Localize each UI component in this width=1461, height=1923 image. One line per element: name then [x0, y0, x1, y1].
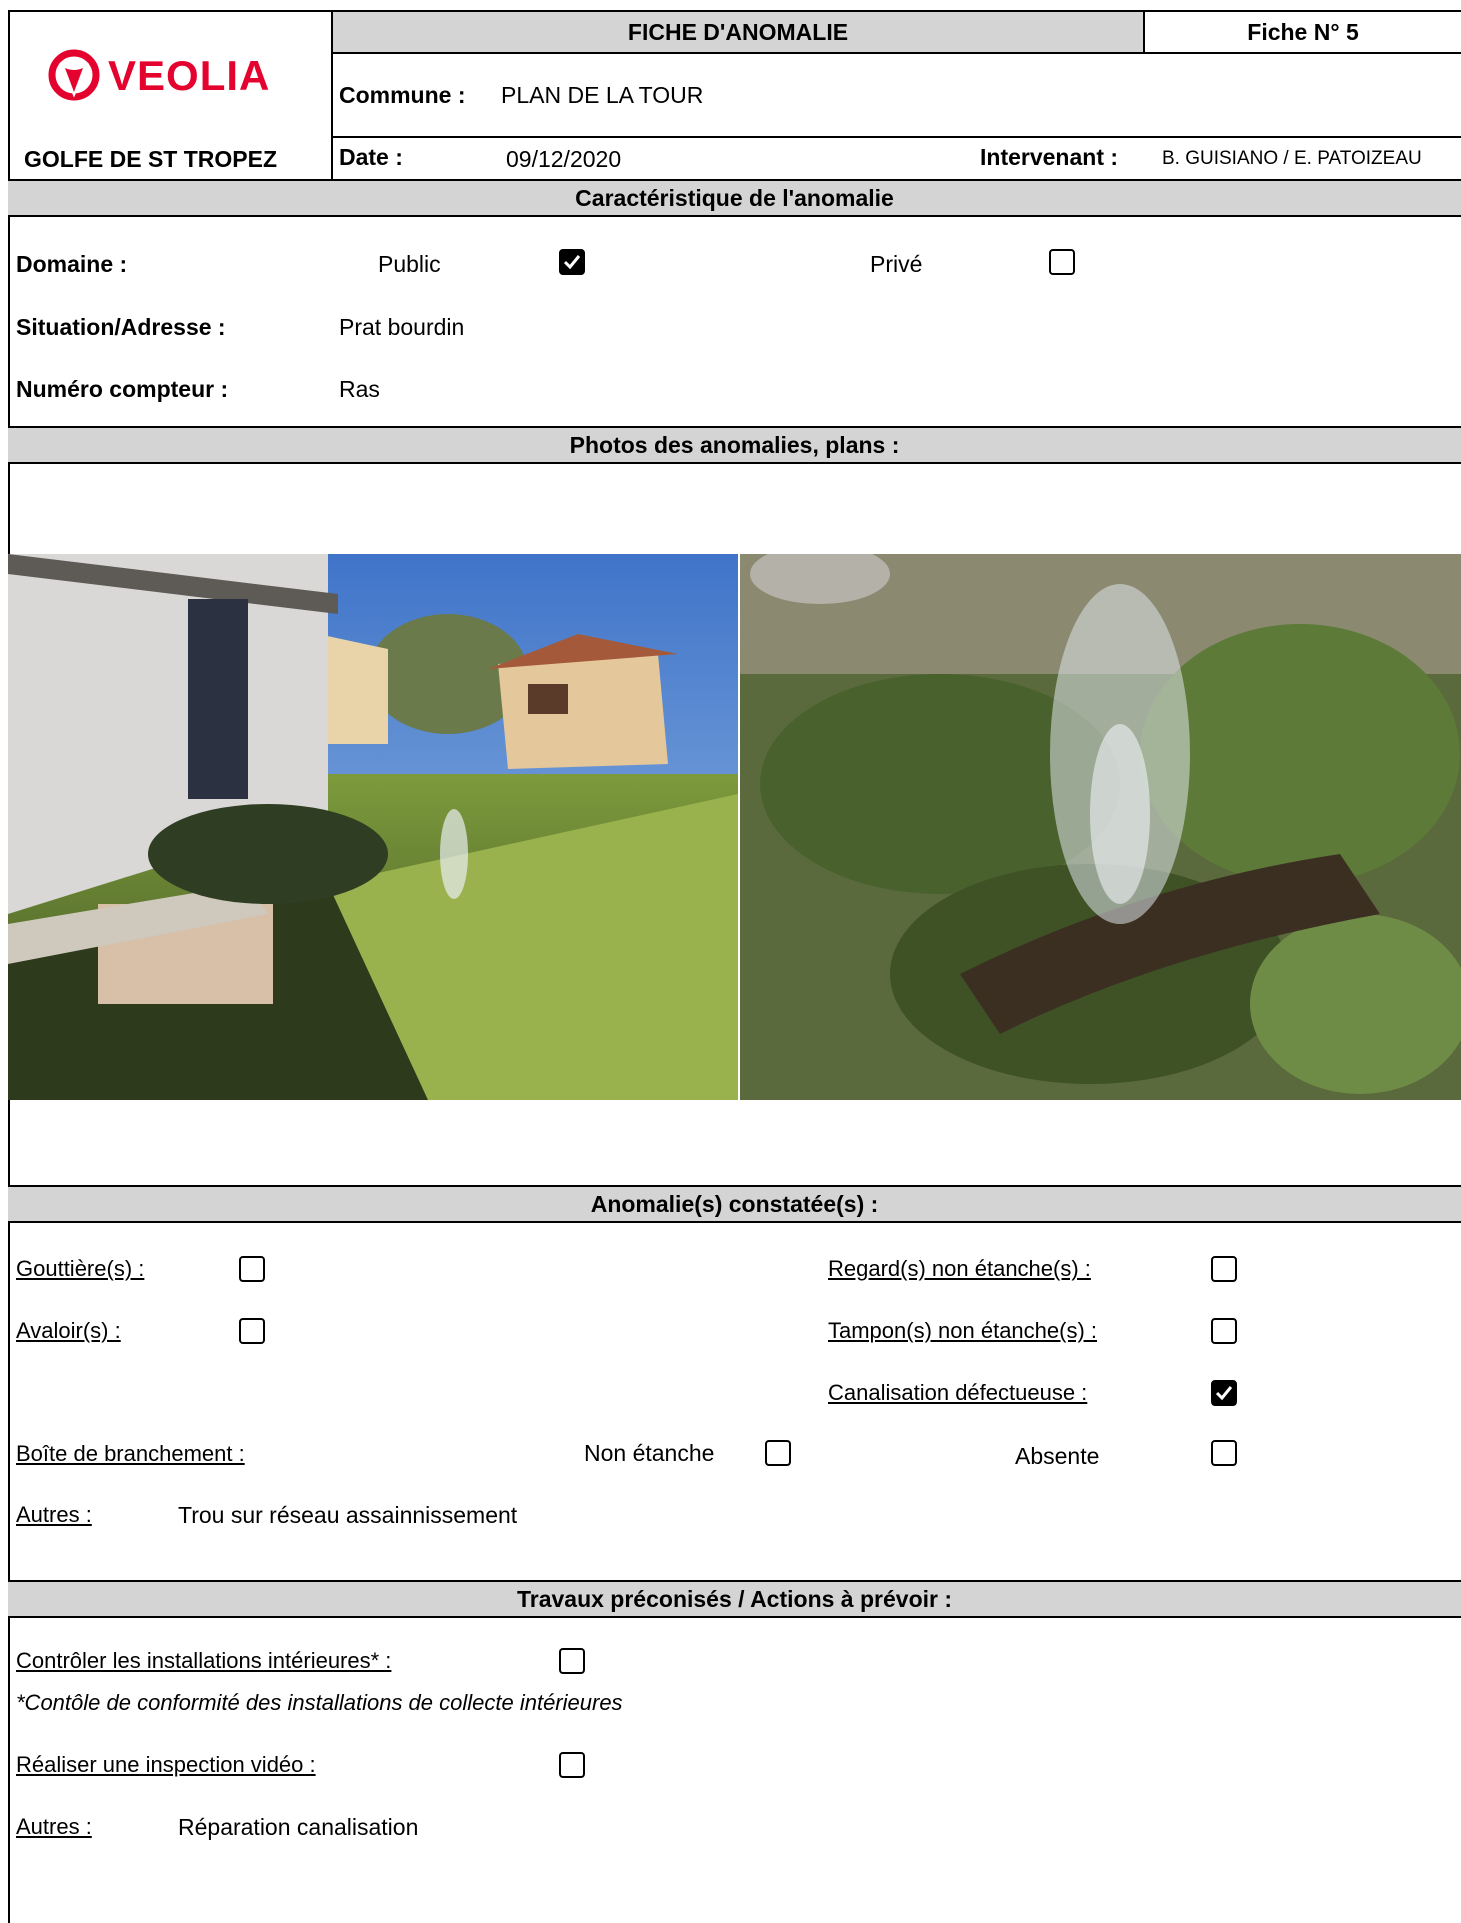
public-label: Public — [378, 251, 441, 277]
gouttieres-label: Gouttière(s) : — [16, 1256, 145, 1281]
grass-leak-closeup-photo — [740, 554, 1461, 1100]
anomalies-autres-value: Trou sur réseau assainnissement — [178, 1502, 518, 1528]
non-etanche-label: Non étanche — [584, 1440, 715, 1466]
controler-note: *Contôle de conformité des installations… — [16, 1690, 623, 1715]
canalisation-checkbox[interactable] — [1211, 1380, 1237, 1406]
prive-checkbox[interactable] — [1049, 249, 1075, 275]
compteur-value: Ras — [339, 376, 380, 402]
commune-value: PLAN DE LA TOUR — [501, 82, 704, 108]
section-photos: Photos des anomalies, plans : — [8, 426, 1461, 464]
intervenant-label: Intervenant : — [980, 144, 1119, 170]
region-label: GOLFE DE ST TROPEZ — [24, 146, 278, 172]
situation-value: Prat bourdin — [339, 314, 465, 340]
section-travaux: Travaux préconisés / Actions à prévoir : — [8, 1580, 1461, 1618]
travaux-autres-value: Réparation canalisation — [178, 1814, 419, 1840]
fiche-number: Fiche N° 5 — [1247, 19, 1359, 45]
travaux-autres-label: Autres : — [16, 1814, 92, 1839]
compteur-label: Numéro compteur : — [16, 376, 229, 402]
date-label: Date : — [339, 144, 403, 170]
intervenant-value: B. GUISIANO / E. PATOIZEAU — [1162, 148, 1422, 169]
anomalies-autres-label: Autres : — [16, 1502, 92, 1527]
situation-label: Situation/Adresse : — [16, 314, 226, 340]
regards-label: Regard(s) non étanche(s) : — [828, 1256, 1091, 1281]
commune-label: Commune : — [339, 82, 466, 108]
checkmark-icon — [563, 255, 581, 270]
canalisation-label: Canalisation défectueuse : — [828, 1380, 1088, 1405]
form-title: FICHE D'ANOMALIE — [627, 19, 849, 45]
veolia-brand-text: VEOLIA — [108, 52, 271, 99]
controler-checkbox[interactable] — [559, 1648, 585, 1674]
inspection-label: Réaliser une inspection vidéo : — [16, 1752, 316, 1777]
prive-label: Privé — [870, 251, 923, 277]
public-checkbox[interactable] — [559, 249, 585, 275]
veolia-logo-icon — [48, 49, 100, 101]
avaloirs-label: Avaloir(s) : — [16, 1318, 121, 1343]
tampons-checkbox[interactable] — [1211, 1318, 1237, 1344]
date-value: 09/12/2020 — [506, 146, 622, 172]
gouttieres-checkbox[interactable] — [239, 1256, 265, 1282]
boite-label: Boîte de branchement : — [16, 1441, 245, 1466]
inspection-checkbox[interactable] — [559, 1752, 585, 1778]
section-caracteristique: Caractéristique de l'anomalie — [8, 179, 1461, 217]
domaine-label: Domaine : — [16, 251, 128, 277]
regards-checkbox[interactable] — [1211, 1256, 1237, 1282]
veolia-logo: VEOLIA — [48, 48, 298, 104]
absente-checkbox[interactable] — [1211, 1440, 1237, 1466]
garden-house-photo — [8, 554, 738, 1100]
section-anomalies: Anomalie(s) constatée(s) : — [8, 1185, 1461, 1223]
checkmark-icon — [1215, 1386, 1233, 1401]
non-etanche-checkbox[interactable] — [765, 1440, 791, 1466]
absente-label: Absente — [1015, 1443, 1100, 1469]
avaloirs-checkbox[interactable] — [239, 1318, 265, 1344]
tampons-label: Tampon(s) non étanche(s) : — [828, 1318, 1098, 1343]
controler-label: Contrôler les installations intérieures*… — [16, 1648, 392, 1673]
